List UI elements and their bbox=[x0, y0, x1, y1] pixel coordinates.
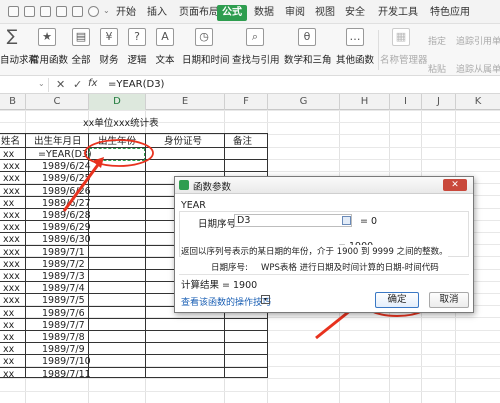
arg-label: 日期序号 bbox=[198, 219, 237, 230]
function-description: 返回以序列号表示的某日期的年份，介于 1900 到 9999 之间的整数。 bbox=[181, 245, 448, 257]
arg-result: = 0 bbox=[360, 216, 378, 227]
dialog-divider bbox=[179, 274, 469, 275]
collapse-range-icon[interactable] bbox=[342, 216, 351, 225]
close-icon[interactable]: ✕ bbox=[443, 179, 467, 191]
ok-button[interactable]: 确定 bbox=[375, 292, 419, 308]
dialog-titlebar: 函数参数 ✕ bbox=[175, 177, 473, 194]
wps-sheet-icon bbox=[179, 180, 189, 190]
function-arguments-dialog: 函数参数 ✕ YEAR 日期序号 D3 = 0 = 1900 返回以序列号表示的… bbox=[174, 176, 474, 313]
arg-description: WPS表格 进行日期及时间计算的日期-时间代码 bbox=[261, 263, 439, 273]
arg-description-label: 日期序号: bbox=[211, 263, 248, 273]
function-name: YEAR bbox=[181, 200, 206, 211]
help-expand-icon[interactable]: ▾ bbox=[261, 295, 270, 304]
dialog-title: 函数参数 bbox=[193, 182, 232, 193]
cell-pointer-arrow bbox=[62, 161, 102, 212]
arg-input[interactable]: D3 bbox=[234, 214, 352, 227]
help-link[interactable]: 查看该函数的操作技巧 bbox=[181, 295, 271, 308]
cancel-button[interactable]: 取消 bbox=[429, 292, 469, 308]
calc-result: 计算结果 = 1900 bbox=[181, 280, 258, 291]
